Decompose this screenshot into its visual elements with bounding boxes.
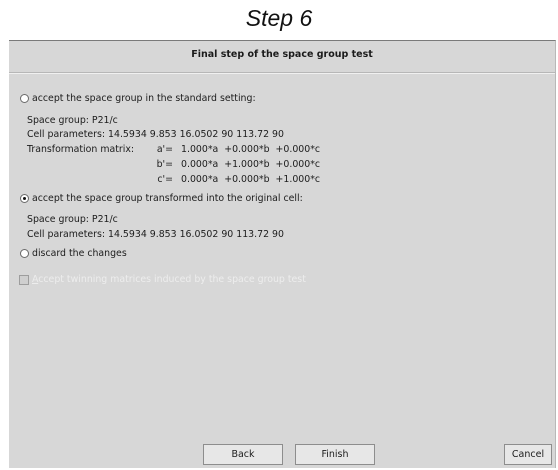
transformation-matrix-label: Transformation matrix: (27, 144, 135, 155)
standard-setting-option[interactable]: accept the space group in the standard s… (20, 93, 256, 104)
matrix-row-a-name: a'= (156, 144, 173, 155)
twinning-checkbox[interactable] (19, 274, 29, 285)
discard-option[interactable]: discard the changes (20, 248, 127, 259)
standard-space-group: Space group: P21/c (27, 115, 118, 126)
matrix-row-b-value: 0.000*a +1.000*b +0.000*c (181, 159, 321, 170)
matrix-row-a-value: 1.000*a +0.000*b +0.000*c (181, 144, 321, 155)
original-cell-parameters: Cell parameters: 14.5934 9.853 16.0502 9… (27, 229, 284, 240)
discard-radio[interactable] (20, 249, 29, 258)
original-cell-option[interactable]: accept the space group transformed into … (20, 193, 303, 204)
twinning-option[interactable]: Accept twinning matrices induced by the … (19, 274, 306, 285)
matrix-row-b-name: b'= (156, 159, 173, 170)
twinning-label-rest: ccept twinning matrices induced by the s… (38, 274, 306, 285)
finish-button[interactable]: Finish (295, 444, 375, 465)
standard-setting-label: accept the space group in the standard s… (32, 93, 256, 104)
back-button[interactable]: Back (203, 444, 283, 465)
original-cell-label: accept the space group transformed into … (32, 193, 303, 204)
matrix-row-c-value: 0.000*a +0.000*b +1.000*c (181, 174, 321, 185)
dialog-title: Final step of the space group test (191, 49, 373, 60)
matrix-row-c-name: c'= (157, 174, 173, 185)
discard-label: discard the changes (32, 248, 127, 259)
step-heading: Step 6 (245, 5, 313, 31)
standard-cell-parameters: Cell parameters: 14.5934 9.853 16.0502 9… (27, 129, 284, 140)
title-divider (9, 72, 555, 73)
standard-setting-radio[interactable] (20, 94, 29, 103)
original-space-group: Space group: P21/c (27, 214, 118, 225)
cancel-button[interactable]: Cancel (504, 444, 552, 465)
original-cell-radio[interactable] (20, 194, 29, 203)
twinning-label: Accept twinning matrices induced by the … (32, 274, 306, 285)
space-group-test-dialog: Final step of the space group test accep… (9, 40, 556, 468)
